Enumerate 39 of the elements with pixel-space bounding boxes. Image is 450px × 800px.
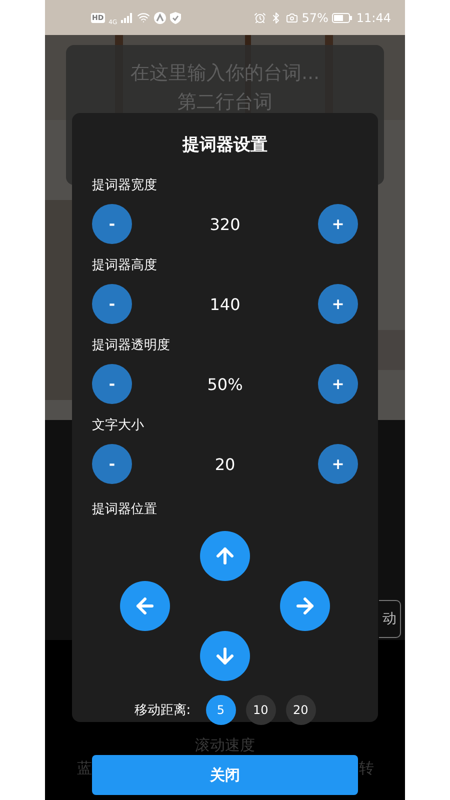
decrease-button[interactable]: - (92, 204, 132, 244)
setting-value: 140 (210, 294, 240, 314)
app-icon (154, 12, 166, 24)
dialog-title: 提词器设置 (181, 135, 268, 155)
arrow-button[interactable] (120, 581, 170, 631)
clock-time: 11:44 (356, 10, 391, 24)
setting-value: 20 (214, 454, 236, 474)
distance-option[interactable]: 10 (246, 695, 276, 725)
battery-icon (332, 12, 352, 22)
camera-icon (286, 12, 298, 24)
alarm-icon (254, 12, 266, 24)
setting-label: 提词器位置 (92, 501, 158, 519)
shield-icon (170, 12, 182, 24)
increase-button[interactable]: + (318, 364, 358, 404)
increase-button[interactable]: + (318, 284, 358, 324)
signal-icon (121, 12, 134, 22)
arrow-button[interactable] (200, 531, 250, 581)
decrease-button[interactable]: - (92, 364, 132, 404)
setting-value: 320 (210, 214, 240, 234)
setting-label: 提词器透明度 (92, 337, 171, 355)
decrease-button[interactable]: - (92, 284, 132, 324)
decrease-button[interactable]: - (92, 444, 132, 484)
setting-label: 提词器高度 (92, 257, 158, 275)
setting-label: 文字大小 (92, 417, 145, 435)
distance-option[interactable]: 5 (206, 695, 236, 725)
speed-label: 滚动速度 (195, 736, 255, 755)
battery-percent: 57% (302, 10, 328, 24)
distance-option[interactable]: 20 (286, 695, 316, 725)
distance-label: 移动距离: (134, 702, 191, 719)
increase-button[interactable]: + (318, 444, 358, 484)
close-button[interactable]: 关闭 (92, 755, 358, 795)
side-button[interactable]: 动 (379, 600, 401, 638)
setting-label: 提词器宽度 (92, 177, 158, 195)
side-label: 蓝 (77, 759, 92, 778)
arrow-button[interactable] (280, 581, 330, 631)
arrow-button[interactable] (200, 631, 250, 681)
side-label: 转 (359, 759, 374, 778)
setting-value: 50% (207, 374, 243, 394)
increase-button[interactable]: + (318, 204, 358, 244)
